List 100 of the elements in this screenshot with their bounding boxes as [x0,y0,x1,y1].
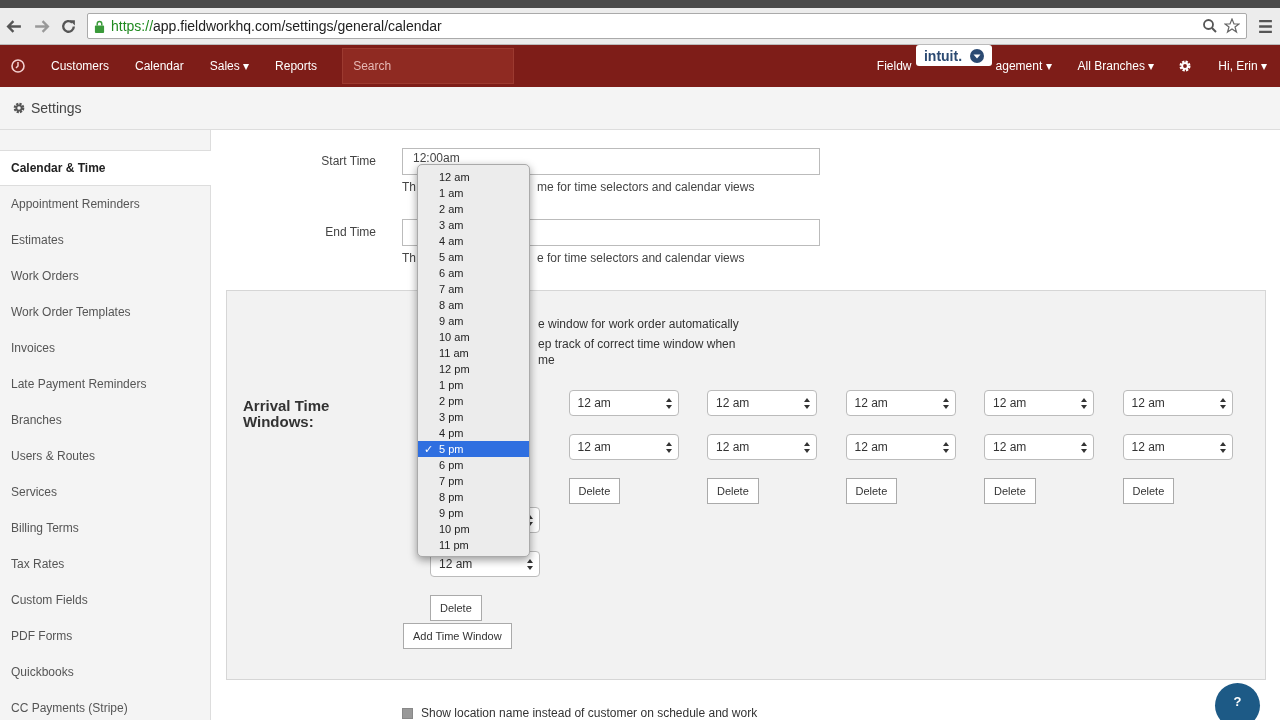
time-select[interactable]: 12 am [845,390,956,416]
back-icon[interactable] [6,17,23,35]
menu-icon[interactable] [1257,17,1274,35]
dropdown-option[interactable]: 7 am [418,281,529,297]
dropdown-option[interactable]: 6 am [418,265,529,281]
delete-button[interactable]: Delete [845,478,898,504]
time-select[interactable]: 12 am [707,434,817,460]
clock-icon[interactable] [10,58,26,74]
address-bar[interactable]: https://app.fieldworkhq.com/settings/general/calendar [87,13,1247,39]
section-label: Arrival Time Windows: [242,396,331,432]
dropdown-option[interactable]: 1 pm [418,377,529,393]
sidebar-item[interactable]: CC Payments (Stripe) [0,690,210,720]
sidebar-item[interactable]: Branches [0,402,210,438]
dropdown-option[interactable]: 9 am [418,313,529,329]
zoom-icon[interactable] [1202,18,1218,34]
dropdown-option[interactable]: 12 pm [418,361,529,377]
updown-icon [942,441,949,453]
settings-icon [12,101,26,115]
time-select[interactable]: 12 am [707,390,817,416]
sidebar-item[interactable]: Invoices [0,330,210,366]
time-select[interactable]: 12 am [568,390,679,416]
dropdown-option[interactable]: 3 pm [418,409,529,425]
sidebar-item[interactable]: Services [0,474,210,510]
updown-icon [1219,441,1226,453]
option-text: me [538,352,556,368]
sidebar-item[interactable]: Custom Fields [0,582,210,618]
time-select[interactable]: 12 am [568,434,679,460]
dropdown-option[interactable]: 7 pm [418,473,529,489]
time-select[interactable]: 12 am [845,434,956,460]
url-text: https://app.fieldworkhq.com/settings/general/calendar [111,18,443,34]
nav-link[interactable]: Reports [262,59,331,73]
delete-button[interactable]: Delete [430,595,482,621]
updown-icon [665,441,672,453]
updown-icon [804,397,810,409]
dropdown-option[interactable]: 6 pm [418,457,529,473]
sidebar-item[interactable]: Work Orders [0,258,210,294]
nav-link[interactable]: Calendar [122,59,197,73]
dropdown-option[interactable]: 11 pm [418,537,529,553]
delete-button[interactable]: Delete [707,478,759,504]
dropdown-option[interactable]: 8 am [418,297,529,313]
dropdown-option[interactable]: 9 pm [418,505,529,521]
search-field[interactable]: Search [342,48,515,84]
sidebar-item[interactable]: Billing Terms [0,510,210,546]
sidebar-item[interactable]: Work Order Templates [0,294,210,330]
user-menu[interactable]: Hi, Erin ▾ [1205,59,1280,73]
dropdown-option[interactable]: 2 am [418,201,529,217]
help-chat-button[interactable]: ? [1215,683,1260,720]
nav-link[interactable]: Fieldw [863,59,912,73]
sidebar-item[interactable]: PDF Forms [0,618,210,654]
sidebar-item[interactable]: Appointment Reminders [0,186,210,222]
star-icon[interactable] [1224,18,1240,34]
dropdown-option[interactable]: 2 pm [418,393,529,409]
sidebar-item[interactable]: Quickbooks [0,654,210,690]
dropdown-option[interactable]: 4 am [418,233,529,249]
dropdown-option[interactable]: ✓ 5 pm [418,441,529,457]
time-select[interactable]: 12 am [1122,390,1233,416]
field-label: End Time [324,224,377,241]
add-time-window-button[interactable]: Add Time Window [403,623,512,649]
help-text: Th [402,180,416,194]
sidebar-item[interactable]: Late Payment Reminders [0,366,210,402]
nav-link[interactable]: agement ▾ [995,59,1065,73]
nav-link[interactable]: All Branches ▾ [1064,59,1168,73]
dropdown-option[interactable]: 10 pm [418,521,529,537]
delete-button[interactable]: Delete [984,478,1036,504]
time-select[interactable]: 12 am [1122,434,1233,460]
nav-link[interactable]: Sales ▾ [196,59,263,73]
dropdown-option[interactable]: 10 am [418,329,529,345]
option-text: ep track of correct time window when [538,336,737,352]
sidebar-item[interactable]: Estimates [0,222,210,258]
sidebar-item[interactable]: Tax Rates [0,546,210,582]
updown-icon [527,558,533,570]
time-select[interactable]: 12 am [984,434,1094,460]
time-select[interactable]: 12 am [984,390,1094,416]
dropdown-option[interactable]: 1 am [418,185,529,201]
checkbox[interactable] [402,707,413,719]
sidebar-item[interactable]: Calendar & Time [0,150,211,186]
help-text: Th [402,251,416,265]
updown-icon [665,397,672,409]
dropdown-option[interactable]: 8 pm [418,489,529,505]
page-title: Settings [31,100,82,116]
caret-icon [970,48,985,63]
sidebar-item[interactable]: Users & Routes [0,438,210,474]
dropdown-option[interactable]: 5 am [418,249,529,265]
checkbox-label: Show location name instead of customer on schedule and work [421,706,758,720]
help-text: me for time selectors and calendar views [537,180,755,194]
updown-icon [1219,397,1226,409]
updown-icon [804,441,810,453]
option-text: e window for work order automatically [538,316,740,332]
delete-button[interactable]: Delete [568,478,621,504]
updown-icon [942,397,949,409]
delete-button[interactable]: Delete [1122,478,1175,504]
intuit-badge[interactable]: intuit. [916,45,992,66]
dropdown-option[interactable]: 4 pm [418,425,529,441]
field-label: Start Time [320,153,377,170]
reload-icon[interactable] [60,17,77,35]
dropdown-option[interactable]: 11 am [418,345,529,361]
dropdown-option[interactable]: 3 am [418,217,529,233]
help-text: e for time selectors and calendar views [537,251,745,265]
nav-link[interactable]: Customers [38,59,122,73]
updown-icon [527,514,533,526]
